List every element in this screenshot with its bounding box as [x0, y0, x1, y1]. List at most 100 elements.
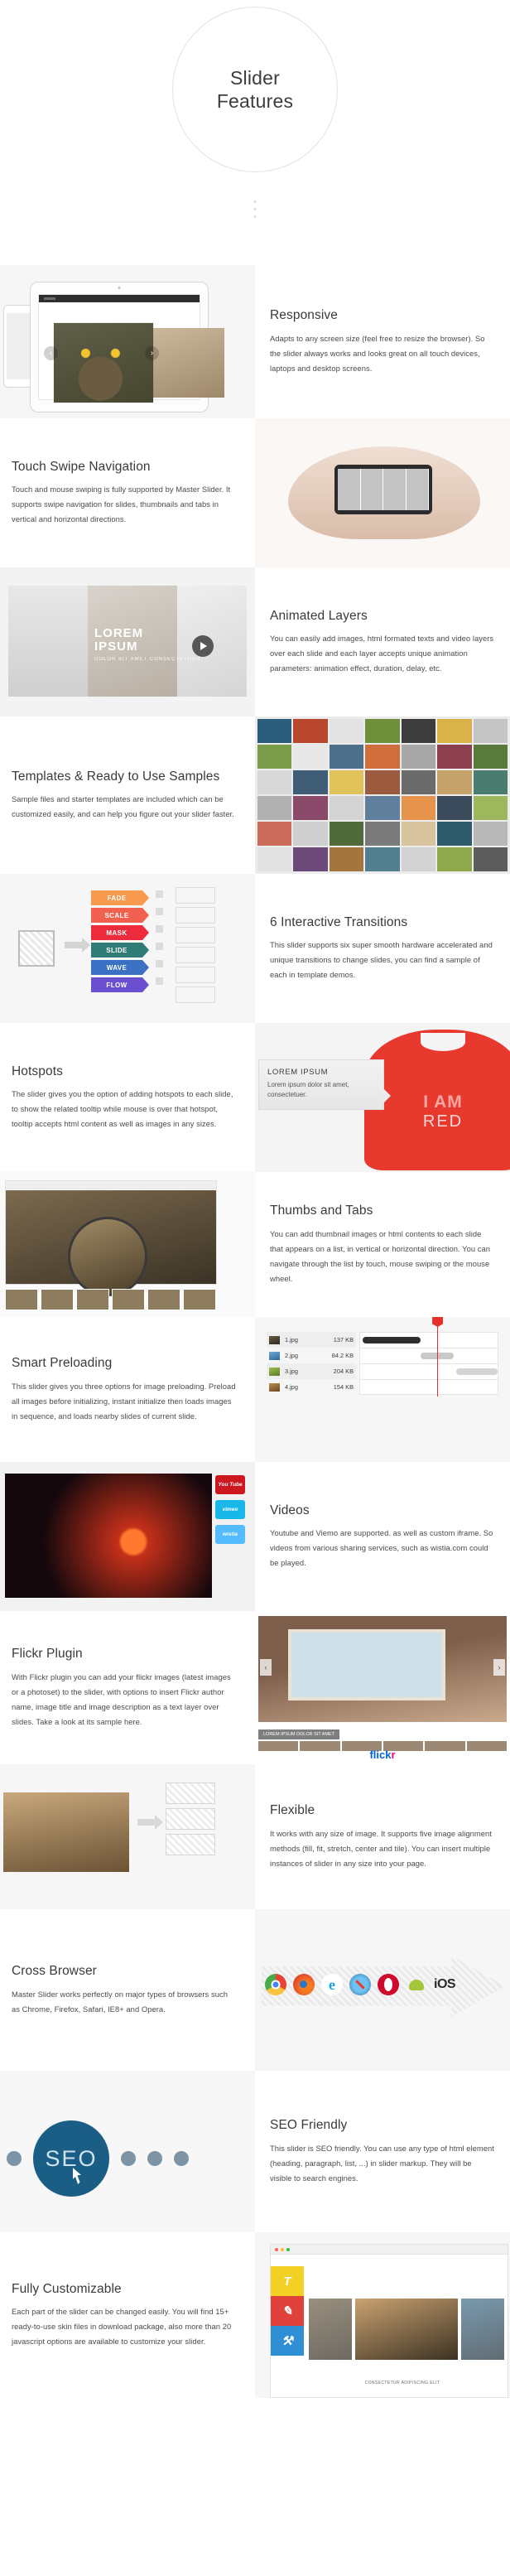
result-marker-list: [156, 890, 163, 995]
flickr-slide-image: [258, 1616, 507, 1722]
phone-in-hand: [334, 465, 432, 514]
section-body-thumbs-tabs: You can add thumbnail images or html con…: [270, 1228, 491, 1283]
thumbnail-item[interactable]: [112, 1289, 145, 1310]
section-title-videos: Videos: [270, 1503, 310, 1517]
vimeo-icon: vimeo: [215, 1500, 245, 1519]
size-variant: [166, 1808, 215, 1830]
tooltip-title: LOREM IPSUM: [267, 1068, 329, 1077]
wistia-icon: wistia: [215, 1525, 245, 1544]
section-body-templates: Sample files and starter templates are i…: [12, 794, 234, 819]
result-slide-list: [176, 887, 215, 1006]
window-title-bar: [6, 1181, 216, 1189]
slider-next-button[interactable]: ›: [145, 346, 159, 360]
transition-label: FLOW: [106, 981, 128, 989]
section-title-seo: SEO Friendly: [270, 2118, 348, 2133]
thumbnail-item[interactable]: [5, 1289, 38, 1310]
close-icon[interactable]: [275, 2247, 278, 2251]
customizable-copy: Fully Customizable Each part of the slid…: [0, 2232, 255, 2398]
animated-layers-illustration: LOREM IPSUM DOLOR SIT AMET CONSECTETUER: [0, 567, 255, 716]
text-tool-icon[interactable]: T: [271, 2266, 304, 2296]
timeline-row: [359, 1363, 498, 1379]
transition-label: SLIDE: [106, 946, 128, 954]
flickr-copy: Flickr Plugin With Flickr plugin you can…: [0, 1611, 255, 1764]
animated-layers-copy: Animated Layers You can easily add image…: [255, 567, 510, 716]
minimize-icon[interactable]: [281, 2247, 284, 2251]
seo-dot: [174, 2151, 189, 2166]
responsive-copy: Responsive Adapts to any screen size (fe…: [255, 265, 510, 418]
section-title-templates: Templates & Ready to Use Samples: [12, 769, 220, 784]
timeline-row: [359, 1348, 498, 1363]
hotspot-tooltip: LOREM IPSUM Lorem ipsum dolor sit amet, …: [258, 1059, 391, 1110]
seo-label: SEO: [45, 2145, 98, 2171]
flickr-thumbnail[interactable]: [300, 1741, 340, 1751]
feature-row-templates: Templates & Ready to Use Samples Sample …: [0, 716, 510, 874]
opera-icon: [378, 1974, 399, 1995]
transition-tag: FADE: [91, 890, 149, 905]
file-name: 4.jpg: [285, 1383, 299, 1391]
maximize-icon[interactable]: [286, 2247, 290, 2251]
file-thumbnail: [269, 1351, 280, 1360]
magnifier-graphic: [68, 1217, 147, 1296]
flickr-thumbnail[interactable]: [466, 1741, 507, 1751]
slider-prev-button[interactable]: ‹: [44, 346, 58, 360]
flickr-logo: flickr: [369, 1749, 395, 1761]
thumbnail-item[interactable]: [183, 1289, 216, 1310]
internet-explorer-icon: e: [321, 1974, 343, 1995]
settings-tool-icon[interactable]: ⚒: [271, 2326, 304, 2356]
hotspots-illustration: I AM RED LOREM IPSUM Lorem ipsum dolor s…: [255, 1023, 510, 1172]
size-variant-list: [166, 1782, 215, 1860]
thumbnail-item[interactable]: [147, 1289, 180, 1310]
thumbnail-item[interactable]: [41, 1289, 74, 1310]
touch-swipe-illustration: [255, 418, 510, 567]
tablet-screen: ‹ ›: [38, 294, 224, 403]
feature-row-fully-customizable: Fully Customizable Each part of the slid…: [0, 2232, 510, 2398]
tool-palette[interactable]: T ✎ ⚒: [271, 2266, 304, 2356]
flickr-next-button[interactable]: ›: [493, 1659, 505, 1676]
table-row: 1.jpg 137 KB: [267, 1332, 356, 1348]
transition-tag: WAVE: [91, 960, 149, 975]
flickr-thumbnail[interactable]: [258, 1741, 299, 1751]
thumbnail-item[interactable]: [76, 1289, 109, 1310]
transition-tag: SLIDE: [91, 943, 149, 958]
flickr-prev-button[interactable]: ‹: [260, 1659, 272, 1676]
slide-next-image: [153, 328, 224, 398]
feature-row-flexible: Flexible It works with any size of image…: [0, 1764, 510, 1909]
arrow-right-icon: [137, 1815, 163, 1830]
section-body-flickr: With Flickr plugin you can add your flic…: [12, 1672, 231, 1726]
section-body-transitions: This slider supports six super smooth ha…: [270, 940, 493, 980]
thumbs-illustration: [0, 1172, 255, 1317]
section-body-hotspots: The slider gives you the option of addin…: [12, 1089, 233, 1129]
play-icon[interactable]: [192, 635, 214, 657]
firefox-icon: [293, 1974, 315, 1995]
layer-text-line2: IPSUM: [94, 639, 138, 654]
android-icon: [406, 1974, 427, 1995]
section-title-animated-layers: Animated Layers: [270, 608, 368, 623]
file-name: 2.jpg: [285, 1352, 299, 1359]
section-body-touch-swipe: Touch and mouse swiping is fully support…: [12, 485, 231, 524]
section-body-smart-preloading: This slider gives you three options for …: [12, 1381, 236, 1421]
section-title-flickr: Flickr Plugin: [12, 1646, 83, 1661]
hotspots-copy: Hotspots The slider gives you the option…: [0, 1023, 255, 1172]
brush-tool-icon[interactable]: ✎: [271, 2296, 304, 2326]
flickr-thumbnail[interactable]: [425, 1741, 465, 1751]
seo-copy: SEO Friendly This slider is SEO friendly…: [255, 2071, 510, 2232]
transition-label: FADE: [107, 894, 127, 902]
seo-circle[interactable]: SEO: [33, 2120, 109, 2197]
editor-window: T ✎ ⚒ CONSECTETUR ADIPISCING ELIT: [270, 2244, 508, 2398]
section-title-cross-browser: Cross Browser: [12, 1964, 97, 1979]
arrow-right-icon: [65, 938, 90, 953]
thumbnail-strip[interactable]: [5, 1289, 216, 1310]
flexible-illustration: [0, 1764, 255, 1909]
video-service-badges: You Tube vimeo wistia: [215, 1475, 245, 1550]
file-thumbnail: [269, 1335, 280, 1344]
videos-copy: Videos Youtube and Viemo are supported. …: [255, 1462, 510, 1611]
playhead-marker[interactable]: [437, 1319, 439, 1397]
file-thumbnail: [269, 1382, 280, 1392]
cross-browser-copy: Cross Browser Master Slider works perfec…: [0, 1909, 255, 2071]
section-title-thumbs-tabs: Thumbs and Tabs: [270, 1203, 373, 1218]
scroll-hint-dots: [253, 200, 257, 218]
section-body-videos: Youtube and Viemo are supported. as well…: [270, 1528, 493, 1568]
load-bar: [456, 1368, 498, 1375]
section-body-cross-browser: Master Slider works perfectly on major t…: [12, 1989, 228, 2014]
seo-dot: [121, 2151, 136, 2166]
